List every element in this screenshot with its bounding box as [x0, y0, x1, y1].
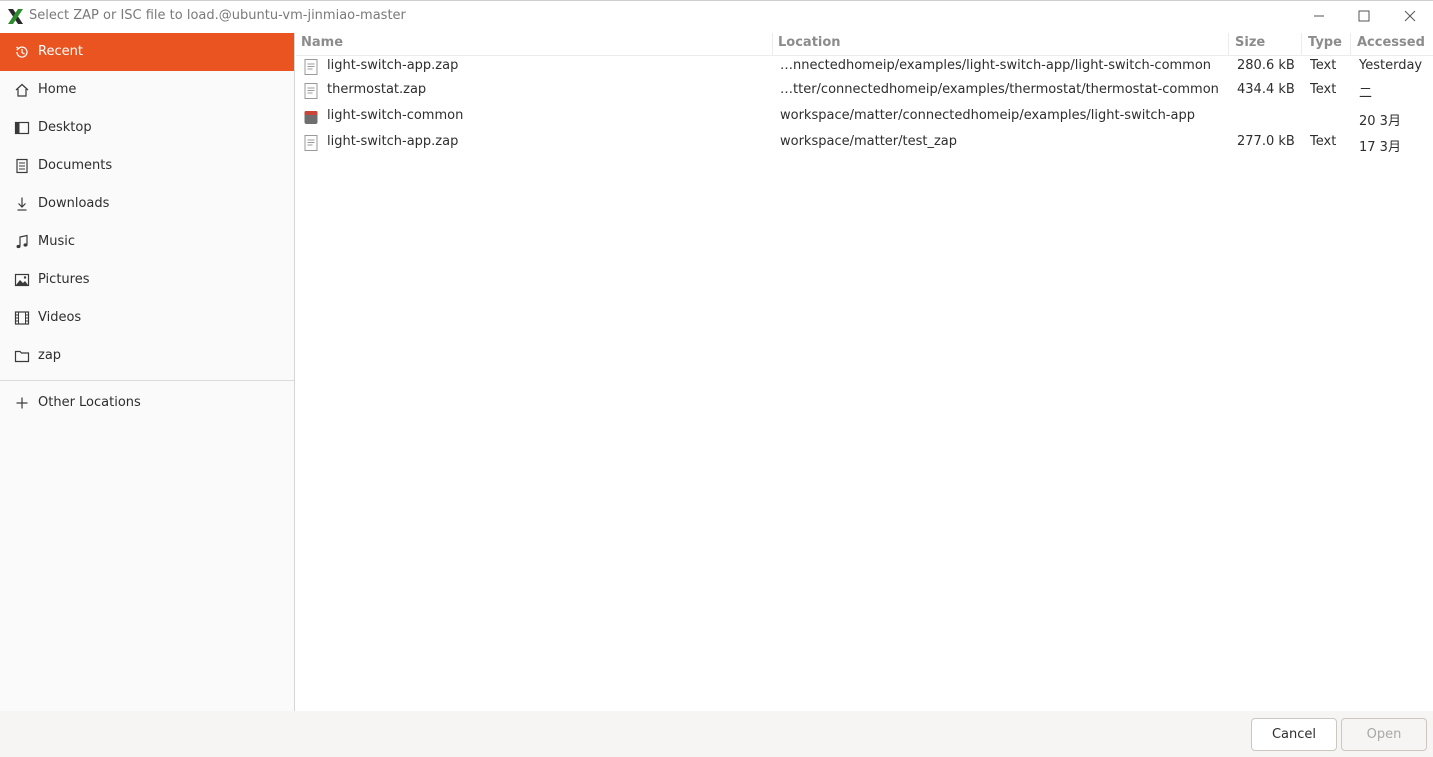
file-size: 277.0 kB: [1237, 134, 1295, 149]
table-row[interactable]: light-switch-app.zap …nnectedhomeip/exam…: [296, 55, 1433, 79]
sidebar-item-zap[interactable]: zap: [0, 337, 294, 375]
sidebar-item-desktop[interactable]: Desktop: [0, 109, 294, 147]
column-divider: [1301, 33, 1302, 55]
column-header-type[interactable]: Type: [1308, 35, 1342, 55]
sidebar-item-label: Pictures: [38, 272, 90, 287]
clock-icon: [16, 46, 28, 58]
folder-icon: [304, 111, 318, 124]
plus-icon: [16, 397, 28, 409]
text-file-icon: [304, 59, 318, 75]
table-row[interactable]: light-switch-common workspace/matter/con…: [296, 105, 1433, 129]
sidebar-item-downloads[interactable]: Downloads: [0, 185, 294, 223]
window-title: Select ZAP or ISC file to load.@ubuntu-v…: [29, 8, 406, 23]
music-icon: [16, 234, 28, 249]
action-bar: [0, 711, 1433, 757]
sidebar-item-label: Music: [38, 234, 75, 249]
table-row[interactable]: light-switch-app.zap workspace/matter/te…: [296, 131, 1433, 155]
sidebar-separator: [0, 380, 294, 381]
file-location: workspace/matter/test_zap: [780, 134, 958, 149]
column-divider: [1228, 33, 1229, 55]
file-size: 280.6 kB: [1237, 58, 1295, 73]
file-name: light-switch-common: [327, 108, 464, 123]
desktop-icon: [14, 121, 30, 135]
file-location: …tter/connectedhomeip/examples/thermosta…: [780, 82, 1219, 97]
sidebar-item-recent[interactable]: Recent: [0, 33, 294, 71]
open-button[interactable]: Open: [1341, 718, 1427, 751]
text-file-icon: [304, 83, 318, 99]
file-location: …nnectedhomeip/examples/light-switch-app…: [780, 58, 1212, 73]
sidebar-item-label: Videos: [38, 310, 82, 325]
title-bar: Select ZAP or ISC file to load.@ubuntu-v…: [0, 0, 1433, 31]
sidebar-item-label: Documents: [38, 158, 113, 173]
folder-icon: [14, 350, 30, 363]
file-accessed: Yesterday: [1359, 58, 1423, 73]
column-header-location[interactable]: Location: [778, 35, 841, 55]
x-app-icon: [8, 9, 23, 24]
sidebar-item-label: Recent: [38, 44, 83, 59]
download-icon: [17, 197, 27, 211]
file-name: thermostat.zap: [327, 82, 427, 97]
sidebar-item-home[interactable]: Home: [0, 71, 294, 109]
sidebar-item-other-locations[interactable]: Other Locations: [0, 384, 294, 422]
video-icon: [14, 311, 30, 325]
table-row[interactable]: thermostat.zap …tter/connectedhomeip/exa…: [296, 79, 1433, 103]
file-accessed: 二: [1359, 86, 1373, 101]
file-name: light-switch-app.zap: [327, 58, 459, 73]
sidebar-item-label: Desktop: [38, 120, 92, 135]
minimize-icon[interactable]: [1309, 7, 1329, 25]
column-header-accessed[interactable]: Accessed: [1357, 35, 1425, 55]
file-accessed: 20 3月: [1359, 114, 1401, 129]
close-icon[interactable]: [1400, 7, 1420, 25]
sidebar-item-pictures[interactable]: Pictures: [0, 261, 294, 299]
column-header-name[interactable]: Name: [301, 35, 343, 55]
cancel-button[interactable]: Cancel: [1251, 718, 1337, 751]
document-icon: [16, 158, 28, 174]
maximize-icon[interactable]: [1354, 7, 1374, 25]
column-header-size[interactable]: Size: [1235, 35, 1265, 55]
sidebar-item-label: Other Locations: [38, 395, 141, 410]
sidebar-item-videos[interactable]: Videos: [0, 299, 294, 337]
file-type: Text: [1310, 58, 1337, 73]
home-icon: [15, 83, 29, 97]
file-location: workspace/matter/connectedhomeip/example…: [780, 108, 1195, 123]
sidebar-item-documents[interactable]: Documents: [0, 147, 294, 185]
sidebar-item-music[interactable]: Music: [0, 223, 294, 261]
file-size: 434.4 kB: [1237, 82, 1295, 97]
file-list: Name Location Size Type Accessed light-s…: [296, 33, 1433, 711]
file-type: Text: [1310, 82, 1337, 97]
file-type: Text: [1310, 134, 1337, 149]
sidebar-item-label: zap: [38, 348, 62, 363]
sidebar-item-label: Downloads: [38, 196, 110, 211]
column-divider: [772, 33, 773, 55]
places-sidebar: Recent Home Desktop Documents Downloads: [0, 33, 295, 711]
column-divider: [1350, 33, 1351, 55]
text-file-icon: [304, 135, 318, 151]
file-name: light-switch-app.zap: [327, 134, 459, 149]
picture-icon: [14, 273, 30, 287]
sidebar-item-label: Home: [38, 82, 77, 97]
file-accessed: 17 3月: [1359, 140, 1401, 155]
